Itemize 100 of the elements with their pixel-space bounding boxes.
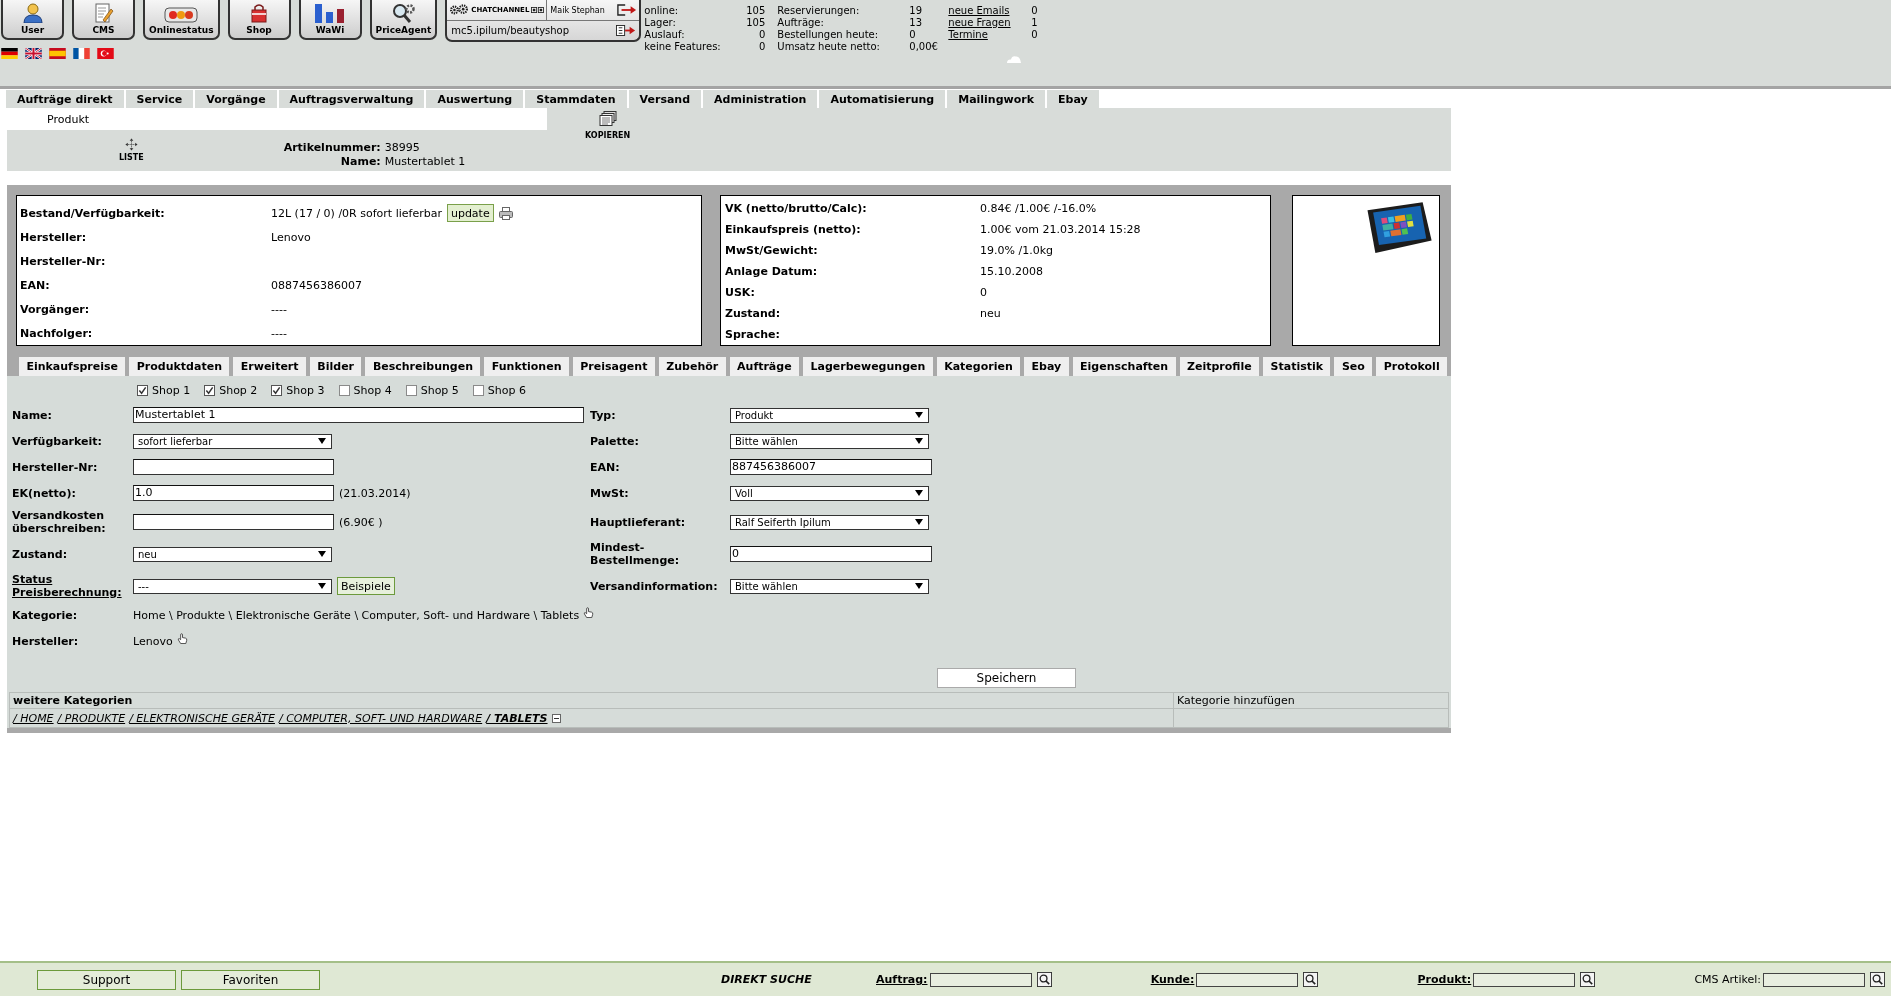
menu-tab[interactable]: Ebay bbox=[1047, 90, 1099, 108]
app-button[interactable]: WaWi bbox=[298, 0, 362, 40]
search-link[interactable]: Auftrag: bbox=[876, 973, 928, 986]
germany-flag-icon[interactable] bbox=[1, 48, 18, 59]
text-input[interactable]: 0 bbox=[730, 546, 932, 562]
spain-flag-icon[interactable] bbox=[49, 48, 66, 59]
notification-link[interactable]: neue Fragen bbox=[948, 16, 1011, 28]
app-button[interactable]: Shop bbox=[227, 0, 291, 40]
menu-tab[interactable]: Stammdaten bbox=[525, 90, 627, 108]
search-icon[interactable] bbox=[1870, 972, 1885, 987]
dropdown[interactable]: Voll bbox=[730, 485, 929, 501]
section-tab[interactable]: Ebay bbox=[1024, 357, 1069, 376]
section-tab[interactable]: Statistik bbox=[1263, 357, 1331, 376]
checkbox[interactable] bbox=[204, 384, 216, 396]
hand-pointer-icon[interactable] bbox=[583, 606, 595, 618]
menu-tab[interactable]: Auftragsverwaltung bbox=[278, 90, 425, 108]
breadcrumb-link[interactable]: / TABLETS bbox=[486, 711, 548, 725]
section-tab[interactable]: Zeitprofile bbox=[1179, 357, 1260, 376]
menu-tab[interactable]: Vorgänge bbox=[195, 90, 277, 108]
section-tab[interactable]: Preisagent bbox=[572, 357, 655, 376]
notification-link[interactable]: Termine bbox=[948, 28, 988, 40]
menu-tab[interactable]: Service bbox=[125, 90, 194, 108]
search-link[interactable]: Kunde: bbox=[1150, 973, 1195, 986]
hand-pointer-icon[interactable] bbox=[176, 632, 188, 644]
dropdown[interactable]: Ralf Seiferth Ipilum bbox=[730, 514, 929, 530]
search-icon[interactable] bbox=[1036, 972, 1052, 987]
search-field[interactable] bbox=[1763, 972, 1865, 987]
france-flag-icon[interactable] bbox=[73, 48, 90, 59]
menu-tab[interactable]: Auswertung bbox=[426, 90, 524, 108]
section-tab[interactable]: Produktdaten bbox=[129, 357, 230, 376]
dropdown[interactable]: neu bbox=[133, 546, 332, 562]
dropdown[interactable]: --- bbox=[133, 578, 332, 594]
section-tab[interactable]: Seo bbox=[1334, 357, 1373, 376]
menu-tab[interactable]: Automatisierung bbox=[819, 90, 946, 108]
checkbox[interactable] bbox=[338, 384, 350, 396]
breadcrumb-link[interactable]: / ELEKTRONISCHE GERÄTE bbox=[129, 711, 275, 725]
section-tab[interactable]: Aufträge bbox=[729, 357, 800, 376]
dropdown[interactable]: Bitte wählen bbox=[730, 578, 929, 594]
uk-flag-icon[interactable] bbox=[25, 48, 42, 59]
info-label: Einkaufspreis (netto): bbox=[725, 223, 862, 236]
breadcrumb-link[interactable]: / HOME bbox=[13, 711, 54, 725]
dropdown[interactable]: sofort lieferbar bbox=[133, 433, 332, 449]
footer-button[interactable]: Favoriten bbox=[181, 969, 320, 990]
checkbox[interactable] bbox=[472, 384, 484, 396]
search-icon[interactable] bbox=[1303, 972, 1319, 987]
search-field[interactable] bbox=[929, 972, 1032, 987]
menu-tab[interactable]: Administration bbox=[703, 90, 818, 108]
update-button[interactable]: update bbox=[446, 204, 494, 222]
section-tab[interactable]: Lagerbewegungen bbox=[803, 357, 933, 376]
app-button[interactable]: User bbox=[1, 0, 64, 40]
field-label: Typ: bbox=[590, 408, 617, 422]
section-tab[interactable]: Eigenschaften bbox=[1072, 357, 1176, 376]
app-button[interactable]: PriceAgent bbox=[369, 0, 438, 40]
breadcrumb-link[interactable]: / COMPUTER, SOFT- UND HARDWARE bbox=[278, 711, 483, 725]
checkbox[interactable] bbox=[137, 384, 148, 396]
footer-button[interactable]: Support bbox=[37, 969, 176, 990]
dropdown[interactable]: Bitte wählen bbox=[730, 433, 929, 449]
menu-tab[interactable]: Mailingwork bbox=[947, 90, 1046, 108]
search-field[interactable] bbox=[1196, 972, 1299, 987]
text-input[interactable]: Mustertablet 1 bbox=[133, 407, 584, 423]
section-tab[interactable]: Bilder bbox=[309, 357, 362, 376]
section-tab[interactable]: Funktionen bbox=[484, 357, 569, 376]
menu-tab[interactable]: Versand bbox=[628, 90, 702, 108]
printer-icon[interactable] bbox=[498, 206, 513, 220]
section-tab[interactable]: Protokoll bbox=[1376, 357, 1448, 376]
list-button[interactable]: LISTE bbox=[119, 138, 144, 162]
turkey-flag-icon[interactable] bbox=[97, 48, 114, 59]
search-icon[interactable] bbox=[1580, 972, 1596, 987]
text-input[interactable] bbox=[133, 459, 334, 475]
search-field[interactable] bbox=[1473, 972, 1576, 987]
box-arrow-icon[interactable] bbox=[616, 25, 637, 36]
text-input[interactable]: 1.0 bbox=[133, 485, 334, 501]
window-controls-icon[interactable] bbox=[531, 7, 545, 13]
section-tab[interactable]: Erweitert bbox=[233, 357, 306, 376]
collapse-icon[interactable] bbox=[551, 713, 561, 723]
info-value: 0887456386007 bbox=[271, 278, 362, 292]
save-button[interactable]: Speichern bbox=[937, 668, 1076, 688]
search-link[interactable]: Produkt: bbox=[1417, 973, 1472, 986]
dropdown[interactable]: Produkt bbox=[730, 407, 929, 423]
section-tab[interactable]: Kategorien bbox=[936, 357, 1021, 376]
section-tab[interactable]: Einkaufspreise bbox=[19, 357, 126, 376]
label-link[interactable]: Status Preisberechnung: bbox=[12, 573, 133, 599]
notification-count: 1 bbox=[1031, 16, 1038, 28]
section-tab[interactable]: Beschreibungen bbox=[365, 357, 481, 376]
text-input[interactable] bbox=[133, 514, 334, 530]
shop-address: mc5.ipilum/beautyshop bbox=[451, 25, 570, 36]
field-note: (21.03.2014) bbox=[339, 486, 411, 500]
checkbox[interactable] bbox=[271, 384, 283, 396]
section-tab[interactable]: Zubehör bbox=[658, 357, 726, 376]
menu-tab[interactable]: Aufträge direkt bbox=[6, 90, 124, 108]
app-button[interactable]: Onlinestatus bbox=[143, 0, 220, 40]
info-value: ---- bbox=[271, 302, 287, 316]
logout-icon[interactable] bbox=[617, 4, 638, 16]
app-button[interactable]: CMS bbox=[72, 0, 135, 40]
copy-button[interactable]: KOPIEREN bbox=[585, 111, 631, 143]
checkbox[interactable] bbox=[405, 384, 417, 396]
text-input[interactable]: 887456386007 bbox=[730, 459, 932, 475]
notification-link[interactable]: neue Emails bbox=[948, 4, 1010, 16]
examples-button[interactable]: Beispiele bbox=[337, 577, 395, 595]
breadcrumb-link[interactable]: / PRODUKTE bbox=[57, 711, 126, 725]
